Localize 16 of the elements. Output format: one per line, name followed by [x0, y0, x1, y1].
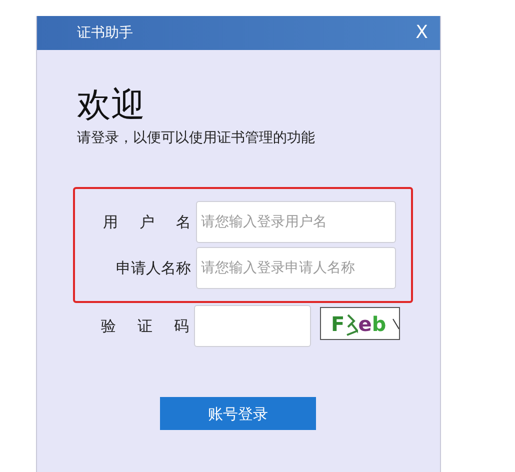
- captcha-field[interactable]: [194, 305, 311, 347]
- welcome-heading: 欢迎: [77, 88, 146, 122]
- captcha-image[interactable]: F eb: [320, 307, 400, 340]
- field-label: 申请人名称: [115, 258, 191, 279]
- input-field[interactable]: 请您输入登录申请人名称: [196, 247, 396, 289]
- subtitle: 请登录，以便可以使用证书管理的功能: [77, 129, 316, 148]
- input-field[interactable]: 请您输入登录用户名: [196, 201, 396, 243]
- window-title: 证书助手: [77, 24, 133, 42]
- login-button[interactable]: 账号登录: [160, 397, 316, 430]
- captcha-character: e: [358, 314, 372, 334]
- field-label: 验 证 码: [100, 316, 189, 337]
- captcha-character: b: [372, 314, 386, 334]
- noise-line-icon: [392, 316, 399, 330]
- field-label: 用 户 名: [102, 212, 191, 233]
- captcha-character: F: [331, 314, 345, 334]
- close-button[interactable]: X: [416, 24, 428, 42]
